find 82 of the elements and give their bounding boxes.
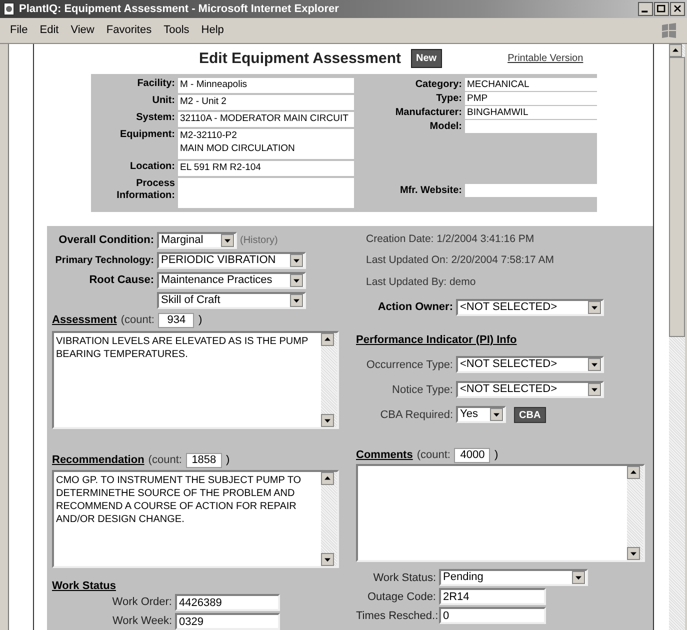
field-label: Occurrence Type:: [365, 358, 453, 372]
field-label: Work Order:: [111, 595, 172, 610]
text-area[interactable]: CMO GP. TO INSTRUMENT THE SUBJECT PUMP TO DETERMINETHE SOURCE OF THE PROBLEM AND RECOMMEND A COURSE OF ACTION FOR REPAIR AND/OR DESIGN CHANGE.: [52, 470, 339, 568]
dropdown[interactable]: <NOT SELECTED>: [456, 356, 604, 374]
field-label: Equipment:: [119, 128, 175, 142]
dropdown[interactable]: Maintenance Practices: [157, 272, 306, 288]
section-heading: Performance Indicator (PI) Info: [356, 332, 518, 348]
field-label: Unit:: [151, 94, 175, 108]
input-field[interactable]: 0329: [175, 613, 280, 630]
close-icon[interactable]: [670, 2, 685, 16]
dropdown[interactable]: Yes: [456, 406, 506, 424]
field-label: Times Resched.:: [356, 608, 436, 624]
input-field[interactable]: 0: [439, 607, 546, 624]
window-title: PlantIQ: Equipment Assessment - Microsoft Internet Explorer: [19, 2, 339, 17]
count-label: (count:: [148, 453, 182, 468]
dropdown[interactable]: Skill of Craft: [157, 292, 306, 308]
count-field[interactable]: 1858: [186, 453, 222, 468]
field-label: Facility:: [136, 78, 175, 90]
field-value: M - Minneapolis: [178, 78, 354, 92]
field-label: Location:: [129, 160, 175, 174]
menu-item[interactable]: Favorites: [100, 22, 158, 39]
field-label: Mfr. Website:: [398, 184, 462, 196]
field-label: Manufacturer:: [394, 106, 462, 118]
dropdown[interactable]: Marginal: [157, 232, 237, 248]
scroll-thumb[interactable]: [669, 57, 685, 337]
section-label: Recommendation: [52, 453, 144, 468]
scrollbar[interactable]: [321, 472, 337, 566]
menu-item[interactable]: Edit: [34, 22, 65, 39]
field-label: Primary Technology:: [54, 254, 154, 268]
count-close: ): [494, 448, 498, 463]
field-label: System:: [135, 112, 175, 124]
printable-version-link[interactable]: Printable Version: [508, 51, 584, 66]
field-value: 32110A - MODERATOR MAIN CIRCUIT: [178, 112, 354, 126]
count-label: (count:: [416, 448, 450, 463]
menu-item[interactable]: Tools: [158, 22, 196, 39]
dropdown[interactable]: Pending: [439, 569, 588, 586]
field-label: Model:: [428, 120, 462, 132]
input-field[interactable]: 4426389: [175, 594, 280, 611]
field-label: Type:: [435, 92, 462, 104]
windows-flag-icon: [659, 22, 679, 40]
menu-item[interactable]: View: [64, 22, 100, 39]
count-field[interactable]: 4000: [454, 448, 490, 463]
count-close: ): [226, 453, 230, 468]
text-area[interactable]: [356, 464, 645, 562]
info-text: Creation Date: 1/2/2004 3:41:16 PM: [365, 232, 536, 246]
count-close: ): [198, 313, 202, 328]
window-scrollbar[interactable]: [669, 44, 685, 630]
section-label: Assessment: [52, 313, 117, 328]
field-label: Root Cause:: [88, 272, 154, 288]
dropdown[interactable]: PERIODIC VIBRATION: [157, 252, 306, 268]
input-field[interactable]: 2R14: [439, 588, 546, 606]
section-label: Comments: [356, 448, 413, 463]
field-label: Process Information:: [116, 178, 175, 202]
scrollbar[interactable]: [321, 332, 337, 426]
menu-item[interactable]: Help: [195, 22, 230, 39]
field-label: Work Week:: [112, 614, 172, 630]
new-badge: New: [411, 49, 442, 68]
count-field[interactable]: 934: [158, 313, 194, 328]
info-text: Last Updated By: demo: [365, 275, 477, 290]
count-label: (count:: [120, 313, 154, 328]
scrollbar[interactable]: [627, 466, 643, 560]
maximize-icon[interactable]: [654, 2, 669, 16]
menu-item[interactable]: File: [4, 22, 34, 39]
text-area[interactable]: VIBRATION LEVELS ARE ELEVATED AS IS THE PUMP BEARING TEMPERATURES.: [52, 330, 339, 428]
dropdown[interactable]: <NOT SELECTED>: [456, 381, 604, 398]
field-label: Category:: [414, 78, 462, 90]
section-heading: Work Status: [52, 578, 117, 594]
field-label: Action Owner:: [376, 300, 453, 315]
minimize-icon[interactable]: [638, 2, 653, 16]
field-label: Outage Code:: [366, 590, 436, 604]
info-text: Last Updated On: 2/20/2004 7:58:17 AM: [365, 253, 555, 268]
browser-page-icon: [2, 2, 16, 16]
page-title: Edit Equipment Assessment: [199, 48, 401, 68]
field-value: EL 591 RM R2-104: [178, 160, 354, 176]
field-label: Notice Type:: [391, 382, 453, 398]
field-label: Work Status:: [372, 570, 436, 586]
field-value: M2-32110-P2 MAIN MOD CIRCULATION: [178, 128, 354, 158]
dropdown[interactable]: <NOT SELECTED>: [456, 298, 604, 316]
field-value: M2 - Unit 2: [178, 94, 354, 110]
cba-button[interactable]: CBA: [514, 406, 546, 423]
field-label: Overall Condition:: [58, 232, 154, 248]
field-label: CBA Required:: [379, 408, 453, 422]
